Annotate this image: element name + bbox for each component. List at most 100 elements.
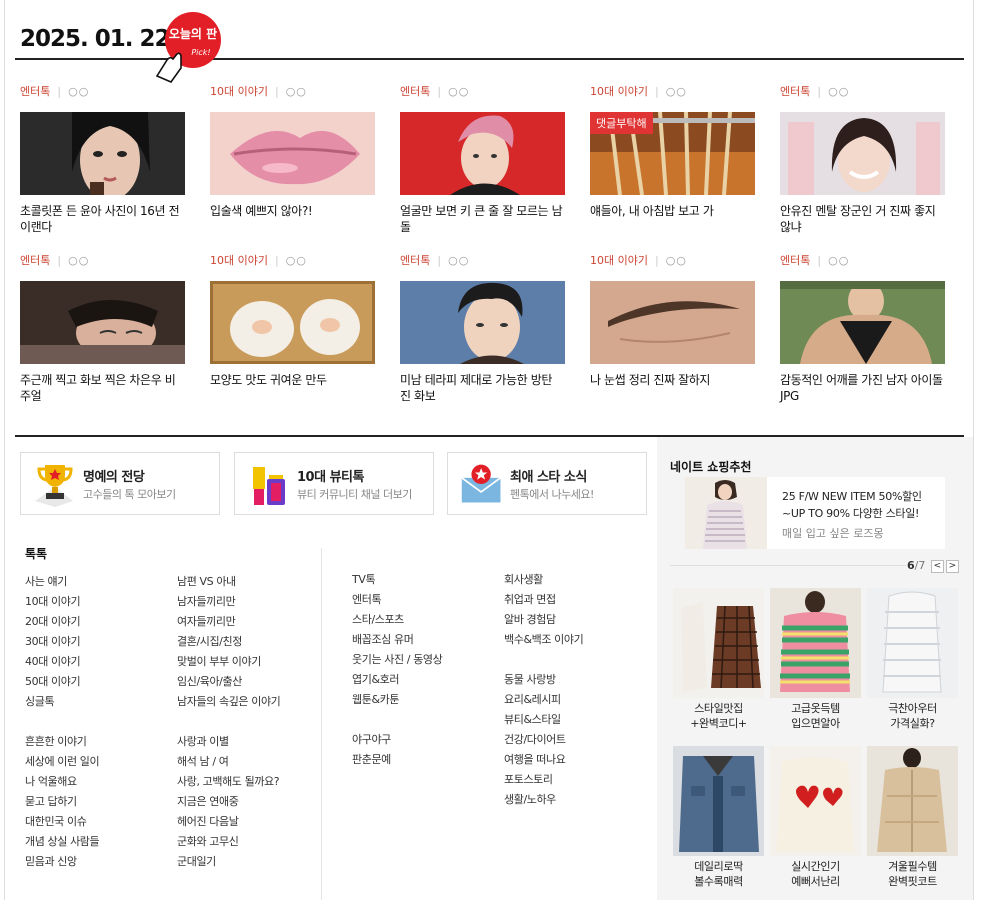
product-card[interactable]: 극찬아우터 가격실화? bbox=[867, 588, 958, 731]
product-card[interactable]: 실시간인기 예뻐서난리 bbox=[770, 746, 861, 889]
talk-category-link[interactable]: 남자들의 속깊은 이야기 bbox=[177, 692, 281, 712]
talk-category-link[interactable]: 요리&레시피 bbox=[504, 690, 583, 710]
talk-category-link[interactable]: 묻고 답하기 bbox=[25, 792, 99, 812]
talk-category-link[interactable]: 백수&백조 이야기 bbox=[504, 630, 584, 650]
card-thumbnail[interactable] bbox=[400, 112, 565, 195]
talk-category-link[interactable]: 뷰티&스타일 bbox=[504, 710, 583, 730]
pick-card[interactable]: 엔터톡 | ○○ 초콜릿폰 든 윤아 사진이 16년 전이랜다 bbox=[20, 82, 185, 235]
talk-category-link[interactable]: 배꼽조심 유머 bbox=[352, 630, 442, 650]
card-title[interactable]: 모양도 맛도 귀여운 만두 bbox=[210, 372, 375, 388]
card-thumbnail[interactable] bbox=[590, 281, 755, 364]
talk-category-link[interactable]: 엔터톡 bbox=[352, 590, 442, 610]
talk-category-link[interactable]: 결혼/시집/친정 bbox=[177, 632, 280, 652]
card-category[interactable]: 엔터톡 bbox=[20, 85, 50, 98]
card-category[interactable]: 10대 이야기 bbox=[590, 254, 648, 267]
card-category[interactable]: 엔터톡 bbox=[780, 85, 810, 98]
talk-category-link[interactable]: 여행을 떠나요 bbox=[504, 750, 583, 770]
card-category[interactable]: 엔터톡 bbox=[400, 85, 430, 98]
pick-card[interactable]: 10대 이야기 | ○○ 모양도 맛도 귀여운 만두 bbox=[210, 251, 375, 388]
card-title[interactable]: 얘들아, 내 아침밥 보고 가 bbox=[590, 203, 755, 219]
card-title[interactable]: 얼굴만 보면 키 큰 줄 잘 모르는 남돌 bbox=[400, 203, 565, 235]
talk-category-link[interactable]: 지금은 연애중 bbox=[177, 792, 280, 812]
card-thumbnail[interactable] bbox=[20, 112, 185, 195]
pick-card[interactable]: 엔터톡 | ○○ 얼굴만 보면 키 큰 줄 잘 모르는 남돌 bbox=[400, 82, 565, 235]
card-thumbnail[interactable] bbox=[400, 281, 565, 364]
talk-category-link[interactable]: 믿음과 신앙 bbox=[25, 852, 99, 872]
talk-category-link[interactable]: 대한민국 이슈 bbox=[25, 812, 99, 832]
talk-category-link[interactable]: 세상에 이런 일이 bbox=[25, 752, 100, 772]
product-card[interactable]: 고급옷득템 입으면알아 bbox=[770, 588, 861, 731]
next-page-icon[interactable]: > bbox=[945, 559, 959, 573]
talk-category-link[interactable]: 개념 상실 사람들 bbox=[25, 832, 100, 852]
card-category[interactable]: 엔터톡 bbox=[780, 254, 810, 267]
card-category[interactable]: 엔터톡 bbox=[20, 254, 50, 267]
card-category[interactable]: 엔터톡 bbox=[400, 254, 430, 267]
talk-category-link[interactable]: 군화와 고무신 bbox=[177, 832, 280, 852]
product-card[interactable]: 겨울필수템 완벽핏코트 bbox=[867, 746, 958, 889]
pick-card[interactable]: 10대 이야기 | ○○ 나 눈썹 정리 진짜 잘하지 bbox=[590, 251, 755, 388]
card-title[interactable]: 감동적인 어깨를 가진 남자 아이돌JPG bbox=[780, 372, 945, 404]
pick-card[interactable]: 엔터톡 | ○○ 주근깨 찍고 화보 찍은 차은우 비주얼 bbox=[20, 251, 185, 404]
pick-card[interactable]: 엔터톡 | ○○ 감동적인 어깨를 가진 남자 아이돌JPG bbox=[780, 251, 945, 404]
talk-category-link[interactable]: 맞벌이 부부 이야기 bbox=[177, 652, 280, 672]
card-category[interactable]: 10대 이야기 bbox=[590, 85, 648, 98]
talk-category-link[interactable]: 야구야구 bbox=[352, 730, 442, 750]
talk-category-link[interactable]: 20대 이야기 bbox=[25, 612, 99, 632]
talk-category-link[interactable]: 50대 이야기 bbox=[25, 672, 99, 692]
card-category[interactable]: 10대 이야기 bbox=[210, 254, 268, 267]
product-card[interactable]: 스타일맛집 +완벽코디+ bbox=[673, 588, 764, 731]
product-card[interactable]: 데일리로딱 볼수록매력 bbox=[673, 746, 764, 889]
card-title[interactable]: 안유진 멘탈 장군인 거 진짜 좋지 않냐 bbox=[780, 203, 945, 235]
card-title[interactable]: 입술색 예쁘지 않아?! bbox=[210, 203, 375, 219]
talk-category-link[interactable]: 회사생활 bbox=[504, 570, 583, 590]
card-thumbnail[interactable]: 댓글부탁해 bbox=[590, 112, 755, 195]
talk-category-link[interactable]: 흔흔한 이야기 bbox=[25, 732, 99, 752]
card-thumbnail[interactable] bbox=[780, 112, 945, 195]
card-category[interactable]: 10대 이야기 bbox=[210, 85, 268, 98]
talk-category-link[interactable]: 생활/노하우 bbox=[504, 790, 583, 810]
card-title[interactable]: 초콜릿폰 든 윤아 사진이 16년 전이랜다 bbox=[20, 203, 185, 235]
talk-category-link[interactable]: 스타/스포츠 bbox=[352, 610, 442, 630]
talk-category-link[interactable]: 사랑, 고백해도 될까요? bbox=[177, 772, 280, 792]
talk-category-link[interactable]: 취업과 면접 bbox=[504, 590, 583, 610]
talk-category-link[interactable]: 40대 이야기 bbox=[25, 652, 99, 672]
talk-category-link[interactable]: 나 억울해요 bbox=[25, 772, 99, 792]
talk-category-link[interactable]: 웃기는 사진 / 동영상 bbox=[352, 650, 443, 670]
talk-category-link[interactable]: 해석 남 / 여 bbox=[177, 752, 280, 772]
talk-category-link[interactable]: 사랑과 이별 bbox=[177, 732, 280, 752]
talk-category-link[interactable]: TV톡 bbox=[352, 570, 442, 590]
talk-category-link[interactable]: 싱글톡 bbox=[25, 692, 99, 712]
card-title[interactable]: 주근깨 찍고 화보 찍은 차은우 비주얼 bbox=[20, 372, 185, 404]
hall-of-fame-button[interactable]: 명예의 전당 고수들의 톡 모아보기 bbox=[20, 452, 220, 515]
talk-category-link[interactable]: 여자들끼리만 bbox=[177, 612, 280, 632]
talk-category-link[interactable]: 건강/다이어트 bbox=[504, 730, 583, 750]
pick-card[interactable]: 10대 이야기 | ○○ 댓글부탁해 얘들아, 내 아침밥 보고 가 bbox=[590, 82, 755, 219]
talk-category-link[interactable]: 헤어진 다음날 bbox=[177, 812, 280, 832]
talk-category-link[interactable]: 사는 얘기 bbox=[25, 572, 99, 592]
card-title[interactable]: 미남 테라피 제대로 가능한 방탄 진 화보 bbox=[400, 372, 565, 404]
talk-category-link[interactable]: 30대 이야기 bbox=[25, 632, 99, 652]
teen-beauty-button[interactable]: 10대 뷰티톡 뷰티 커뮤니티 채널 더보기 bbox=[234, 452, 434, 515]
card-thumbnail[interactable] bbox=[780, 281, 945, 364]
card-thumbnail[interactable] bbox=[210, 281, 375, 364]
talk-category-link[interactable]: 판춘문예 bbox=[352, 750, 442, 770]
talk-category-link[interactable]: 웹툰&카툰 bbox=[352, 690, 442, 710]
talk-category-link[interactable]: 남편 VS 아내 bbox=[177, 572, 280, 592]
talk-category-link[interactable]: 동물 사랑방 bbox=[504, 670, 583, 690]
star-news-button[interactable]: 최애 스타 소식 펜톡에서 나누세요! bbox=[447, 452, 647, 515]
pick-card[interactable]: 엔터톡 | ○○ 안유진 멘탈 장군인 거 진짜 좋지 않냐 bbox=[780, 82, 945, 235]
talk-category-link[interactable]: 임신/육아/출산 bbox=[177, 672, 280, 692]
talk-category-link[interactable]: 10대 이야기 bbox=[25, 592, 99, 612]
talk-category-link[interactable]: 알바 경험담 bbox=[504, 610, 583, 630]
card-thumbnail[interactable] bbox=[210, 112, 375, 195]
talk-category-link[interactable]: 엽기&호러 bbox=[352, 670, 442, 690]
shopping-banner[interactable]: 25 F/W NEW ITEM 50%할인 ~UP TO 90% 다양한 스타일!… bbox=[685, 477, 945, 549]
card-title[interactable]: 나 눈썹 정리 진짜 잘하지 bbox=[590, 372, 755, 388]
talk-category-link[interactable]: 남자들끼리만 bbox=[177, 592, 280, 612]
pick-card[interactable]: 엔터톡 | ○○ 미남 테라피 제대로 가능한 방탄 진 화보 bbox=[400, 251, 565, 404]
talk-category-link[interactable]: 군대일기 bbox=[177, 852, 280, 872]
pick-card[interactable]: 10대 이야기 | ○○ 입술색 예쁘지 않아?! bbox=[210, 82, 375, 219]
prev-page-icon[interactable]: < bbox=[930, 559, 944, 573]
card-thumbnail[interactable] bbox=[20, 281, 185, 364]
talk-category-link[interactable]: 포토스토리 bbox=[504, 770, 583, 790]
